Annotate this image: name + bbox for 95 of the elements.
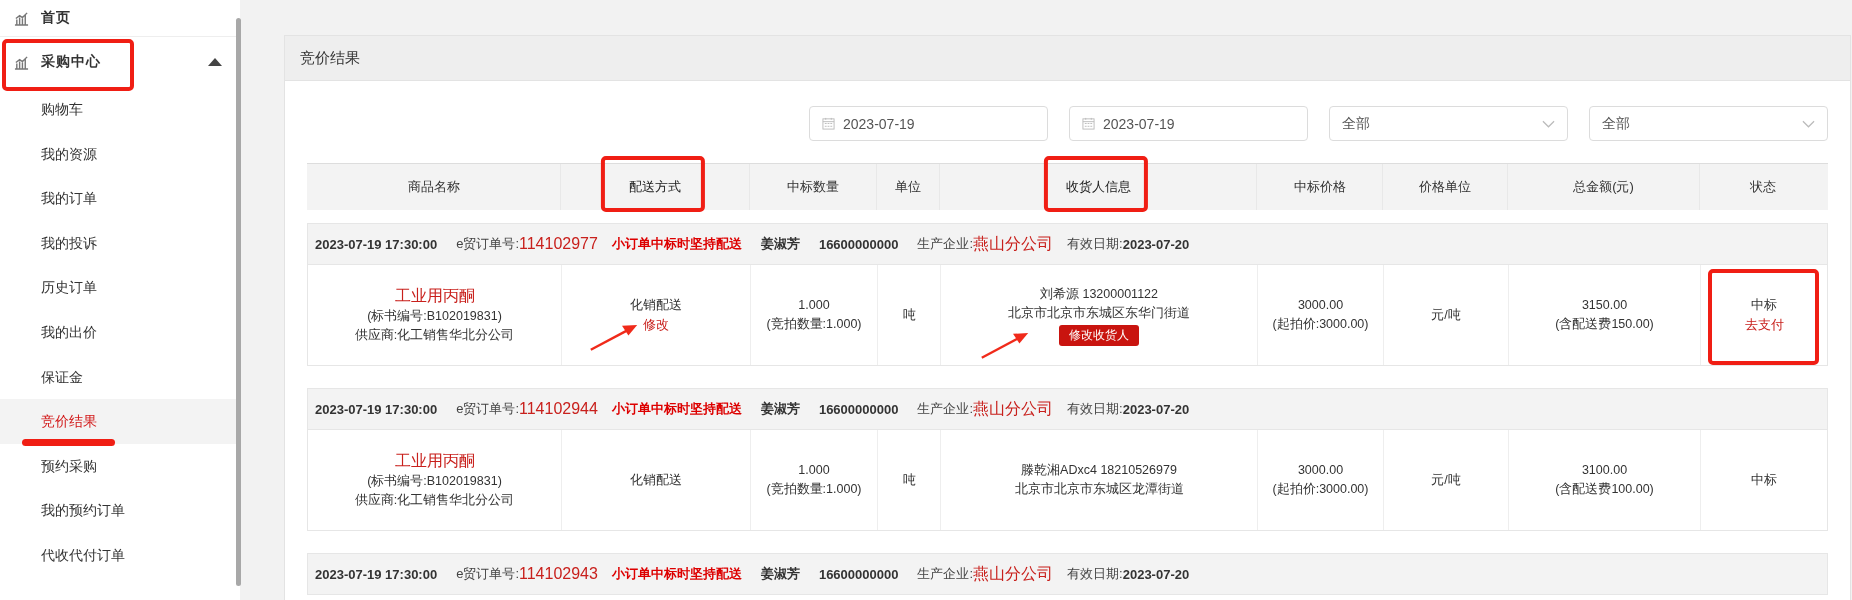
column-header: 总金额(元)	[1508, 164, 1700, 210]
calendar-icon	[1082, 117, 1095, 130]
calendar-icon	[822, 117, 835, 130]
order-time: 2023-07-19 17:30:00	[315, 566, 438, 582]
order-number-label: e贸订单号:	[456, 565, 519, 583]
expiry-label: 有效日期:	[1067, 235, 1123, 253]
supplier-name: 供应商:化工销售华北分公司	[354, 327, 515, 344]
order-status: 中标	[1751, 297, 1777, 314]
column-header: 商品名称	[307, 164, 561, 210]
select-field[interactable]: 全部	[1329, 106, 1568, 141]
panel-title: 竞价结果	[300, 48, 360, 68]
winning-price: 3000.00	[1297, 297, 1344, 314]
starting-price: (起拍价:3000.00)	[1272, 481, 1369, 498]
sidebar-section-label: 首页	[41, 9, 71, 27]
tender-number: (标书编号:B102019831)	[367, 308, 502, 325]
producer-name: 燕山分公司	[973, 563, 1054, 584]
tender-number: (标书编号:B102019831)	[367, 473, 502, 490]
order-number: 114102943	[519, 565, 598, 583]
edit-consignee-button[interactable]: 修改收货人	[1059, 324, 1139, 346]
sidebar-item[interactable]: 我的投诉	[0, 220, 240, 266]
date-field[interactable]: 2023-07-19	[809, 106, 1048, 141]
bar-chart-icon	[14, 10, 29, 26]
sidebar-item[interactable]: 预约采购	[0, 443, 240, 489]
column-header: 配送方式	[561, 164, 750, 210]
producer-name: 燕山分公司	[973, 398, 1054, 419]
price-unit: 元/吨	[1431, 306, 1461, 324]
producer-name: 燕山分公司	[973, 233, 1054, 254]
edit-link[interactable]: 修改	[643, 315, 669, 334]
sidebar-item[interactable]: 我的预约订单	[0, 488, 240, 533]
date-field[interactable]: 2023-07-19	[1069, 106, 1308, 141]
total-amount: 3150.00	[1581, 297, 1628, 314]
contact-phone: 16600000000	[818, 566, 899, 582]
quantity: 1.000	[798, 297, 830, 314]
order-number-label: e贸订单号:	[456, 235, 519, 253]
sidebar-section[interactable]: 采购中心	[0, 37, 240, 87]
product-name[interactable]: 工业用丙酮	[394, 450, 475, 472]
total-amount: 3100.00	[1581, 462, 1628, 479]
delivery-notice: 小订单中标时坚持配送	[611, 400, 742, 418]
order-time: 2023-07-19 17:30:00	[315, 401, 438, 417]
producer-label: 生产企业:	[917, 236, 974, 251]
contact-name: 姜淑芳	[760, 400, 800, 418]
delivery-fee: (含配送费150.00)	[1555, 316, 1654, 333]
sidebar-item[interactable]: 我的订单	[0, 176, 240, 221]
winning-price: 3000.00	[1297, 462, 1344, 479]
expiry-label: 有效日期:	[1067, 400, 1123, 418]
consignee-contact: 滕乾湘ADxc4 18210526979	[1021, 462, 1177, 479]
bar-chart-icon	[14, 54, 29, 70]
delivery-fee: (含配送费100.00)	[1555, 481, 1654, 498]
consignee-address: 北京市北京市东城区东华门街道	[1008, 304, 1190, 322]
producer-label: 生产企业:	[917, 566, 974, 581]
sidebar-section-label: 采购中心	[41, 53, 101, 71]
delivery-notice: 小订单中标时坚持配送	[611, 565, 742, 583]
unit: 吨	[902, 471, 916, 489]
delivery-method: 化销配送	[630, 471, 682, 489]
sidebar-item[interactable]: 历史订单	[0, 265, 240, 310]
expiry-label: 有效日期:	[1067, 565, 1123, 583]
producer-label: 生产企业:	[917, 401, 974, 416]
starting-price: (起拍价:3000.00)	[1272, 316, 1369, 333]
consignee-contact: 刘希源 13200001122	[1040, 285, 1158, 303]
quantity: 1.000	[798, 462, 830, 479]
unit: 吨	[902, 306, 916, 324]
contact-phone: 16600000000	[818, 401, 899, 417]
supplier-name: 供应商:化工销售华北分公司	[354, 492, 515, 509]
order-number-label: e贸订单号:	[456, 400, 519, 418]
contact-phone: 16600000000	[818, 236, 899, 252]
delivery-notice: 小订单中标时坚持配送	[611, 235, 742, 253]
column-header: 收货人信息	[940, 164, 1257, 210]
sidebar-item[interactable]: 保证金	[0, 354, 240, 400]
price-unit: 元/吨	[1431, 471, 1461, 489]
sidebar-item[interactable]: 我的资源	[0, 131, 240, 177]
column-header: 中标数量	[750, 164, 877, 210]
sidebar-item[interactable]: 购物车	[0, 87, 240, 132]
product-name[interactable]: 工业用丙酮	[394, 285, 475, 307]
column-header: 状态	[1749, 178, 1777, 196]
contact-name: 姜淑芳	[760, 235, 800, 253]
order-number: 114102944	[519, 400, 598, 418]
bid-quantity: (竞拍数量:1.000)	[766, 481, 862, 498]
chevron-down-icon	[1802, 119, 1815, 128]
sidebar-item[interactable]: 我的出价	[0, 309, 240, 355]
pay-link[interactable]: 去支付	[1744, 315, 1784, 334]
contact-name: 姜淑芳	[760, 565, 800, 583]
column-header: 单位	[877, 164, 940, 210]
order-status: 中标	[1751, 471, 1777, 489]
order-number: 114102977	[519, 235, 598, 253]
order-time: 2023-07-19 17:30:00	[315, 236, 438, 252]
chevron-down-icon	[1542, 119, 1555, 128]
scrollbar[interactable]	[236, 18, 241, 586]
sidebar-item[interactable]: 代收代付订单	[0, 532, 240, 578]
delivery-method: 化销配送	[630, 297, 682, 314]
column-header: 中标价格	[1257, 164, 1383, 210]
column-header: 价格单位	[1383, 164, 1508, 210]
consignee-address: 北京市北京市东城区龙潭街道	[1014, 481, 1184, 498]
caret-icon	[208, 58, 222, 66]
bid-quantity: (竞拍数量:1.000)	[766, 316, 862, 333]
select-field[interactable]: 全部	[1589, 106, 1828, 141]
